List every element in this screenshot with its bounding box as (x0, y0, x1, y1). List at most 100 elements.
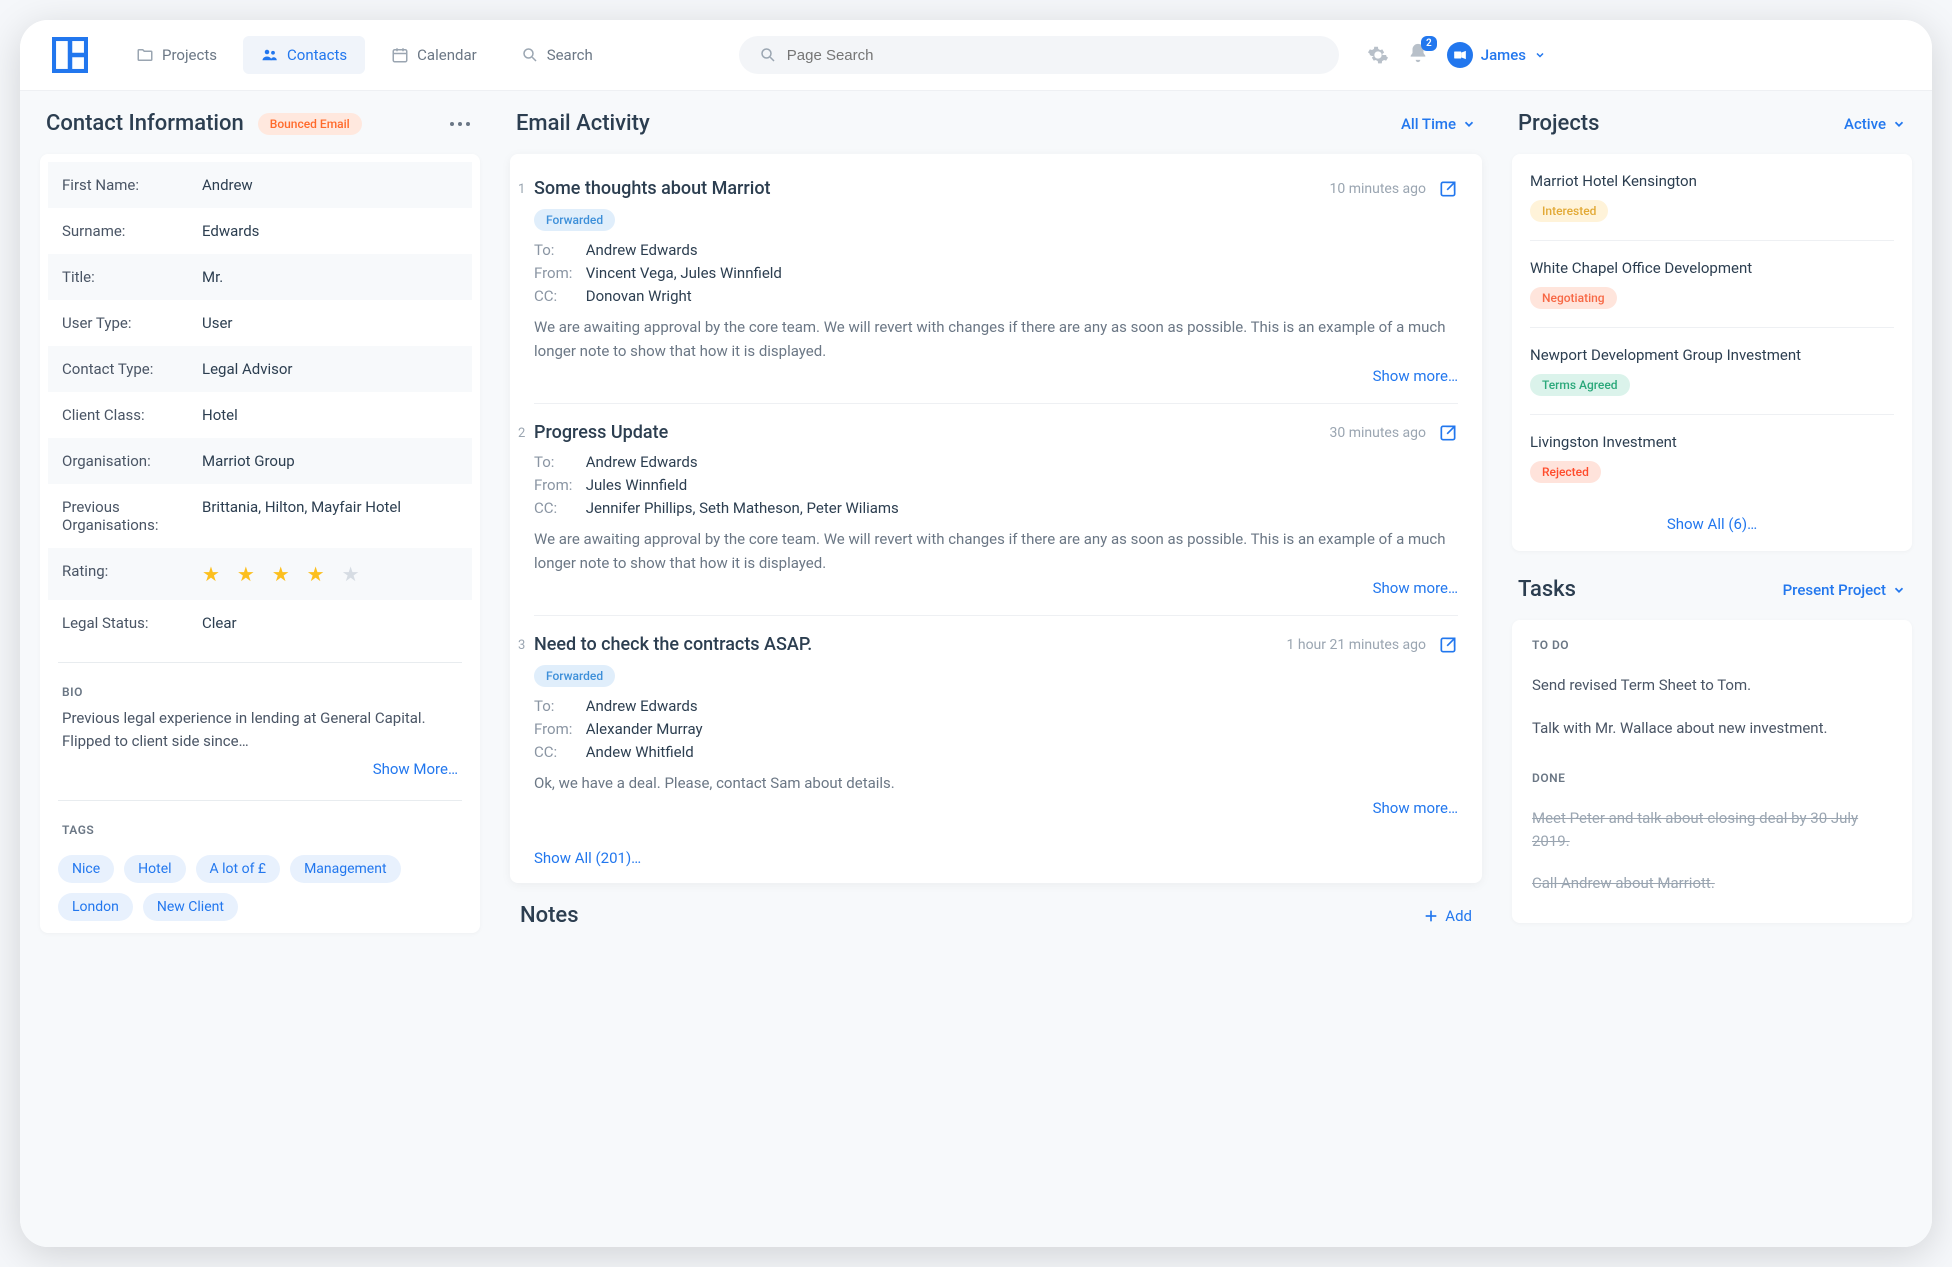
app-logo[interactable] (50, 35, 90, 75)
user-name: James (1481, 46, 1526, 64)
search-icon (521, 46, 539, 64)
tag-pill[interactable]: A lot of £ (196, 855, 281, 883)
email-time: 10 minutes ago (1329, 181, 1426, 197)
task-item[interactable]: Talk with Mr. Wallace about new investme… (1532, 707, 1892, 750)
project-name: Livingston Investment (1530, 433, 1894, 451)
forwarded-badge: Forwarded (534, 665, 615, 687)
email-to: Andrew Edwards (586, 241, 698, 259)
chevron-down-icon (1892, 117, 1906, 131)
email-item[interactable]: 2 Progress Update 30 minutes ago To: And… (534, 404, 1458, 616)
project-status-badge: Terms Agreed (1530, 374, 1630, 396)
field-client-class: Client Class:Hotel (48, 392, 472, 438)
tag-pill[interactable]: Nice (58, 855, 114, 883)
field-legal-status: Legal Status:Clear (48, 600, 472, 646)
folder-icon (136, 46, 154, 64)
open-external-icon[interactable] (1438, 423, 1458, 443)
email-number: 1 (518, 182, 525, 197)
project-name: Newport Development Group Investment (1530, 346, 1894, 364)
email-show-all-row: Show All (201)… (534, 835, 1458, 877)
task-item[interactable]: Send revised Term Sheet to Tom. (1532, 664, 1892, 707)
field-title: Title:Mr. (48, 254, 472, 300)
todo-label: TO DO (1532, 638, 1892, 652)
task-item-done[interactable]: Meet Peter and talk about closing deal b… (1532, 797, 1892, 862)
nav-projects[interactable]: Projects (118, 36, 235, 74)
email-body: We are awaiting approval by the core tea… (534, 315, 1458, 363)
email-time: 1 hour 21 minutes ago (1287, 637, 1426, 653)
email-item[interactable]: 1 Some thoughts about Marriot 10 minutes… (534, 160, 1458, 404)
logo-icon (52, 37, 88, 73)
projects-heading: Projects (1518, 111, 1599, 136)
email-cc: Jennifer Phillips, Seth Matheson, Peter … (586, 499, 899, 517)
email-title: Progress Update (534, 422, 668, 443)
more-menu-button[interactable] (446, 118, 474, 130)
email-show-more[interactable]: Show more… (1373, 579, 1458, 597)
nav-calendar[interactable]: Calendar (373, 36, 495, 74)
bio-section: BIO Previous legal experience in lending… (48, 679, 472, 784)
notifications-button[interactable]: 2 (1407, 42, 1429, 68)
user-menu[interactable]: James (1447, 42, 1546, 68)
project-status-badge: Interested (1530, 200, 1608, 222)
tasks-filter-dropdown[interactable]: Present Project (1783, 581, 1906, 599)
nav-contacts[interactable]: Contacts (243, 36, 365, 74)
open-external-icon[interactable] (1438, 635, 1458, 655)
email-time: 30 minutes ago (1329, 425, 1426, 441)
project-status-badge: Negotiating (1530, 287, 1617, 309)
chevron-down-icon (1892, 583, 1906, 597)
email-show-all[interactable]: Show All (201)… (534, 849, 641, 867)
email-show-more[interactable]: Show more… (1373, 799, 1458, 817)
app-window: Projects Contacts Calendar Search 2 (20, 20, 1932, 1247)
main-content: Contact Information Bounced Email First … (20, 91, 1932, 1247)
email-item[interactable]: 3 Need to check the contracts ASAP. 1 ho… (534, 616, 1458, 835)
avatar (1447, 42, 1473, 68)
email-from: Alexander Murray (586, 720, 703, 738)
email-heading: Email Activity (516, 111, 650, 136)
tag-pill[interactable]: London (58, 893, 133, 921)
add-note-button[interactable]: Add (1423, 907, 1472, 925)
email-card: 1 Some thoughts about Marriot 10 minutes… (510, 154, 1482, 883)
chevron-down-icon (1462, 117, 1476, 131)
todo-list: Send revised Term Sheet to Tom.Talk with… (1532, 664, 1892, 749)
nav-search[interactable]: Search (503, 36, 611, 74)
contact-info-card: First Name:Andrew Surname:Edwards Title:… (40, 154, 480, 933)
contact-info-table: First Name:Andrew Surname:Edwards Title:… (48, 162, 472, 646)
email-number: 2 (518, 426, 525, 441)
email-body: We are awaiting approval by the core tea… (534, 527, 1458, 575)
tags-section: TAGS (48, 817, 472, 851)
bio-show-more[interactable]: Show More… (373, 760, 458, 778)
tag-pill[interactable]: New Client (143, 893, 238, 921)
topbar: Projects Contacts Calendar Search 2 (20, 20, 1932, 91)
project-item[interactable]: Marriot Hotel Kensington Interested (1530, 154, 1894, 241)
project-name: Marriot Hotel Kensington (1530, 172, 1894, 190)
page-search-box[interactable] (739, 36, 1339, 74)
field-first-name: First Name:Andrew (48, 162, 472, 208)
project-item[interactable]: White Chapel Office Development Negotiat… (1530, 241, 1894, 328)
email-title: Some thoughts about Marriot (534, 178, 771, 199)
email-body: Ok, we have a deal. Please, contact Sam … (534, 771, 1458, 795)
project-item[interactable]: Newport Development Group Investment Ter… (1530, 328, 1894, 415)
nav-label: Search (547, 46, 593, 64)
tag-pill[interactable]: Management (290, 855, 400, 883)
tasks-head: Tasks Present Project (1512, 577, 1912, 602)
rating-stars: ★ ★ ★ ★ ★ (202, 562, 458, 586)
outlook-icon (1453, 48, 1467, 62)
email-from: Jules Winnfield (586, 476, 688, 494)
email-to: Andrew Edwards (586, 697, 698, 715)
projects-show-all[interactable]: Show All (6)… (1667, 515, 1757, 533)
project-status-badge: Rejected (1530, 461, 1601, 483)
gear-icon[interactable] (1367, 44, 1389, 66)
topbar-icons: 2 James (1367, 42, 1546, 68)
project-item[interactable]: Livingston Investment Rejected (1530, 415, 1894, 501)
search-icon (759, 46, 777, 64)
field-organisation: Organisation:Marriot Group (48, 438, 472, 484)
email-show-more[interactable]: Show more… (1373, 367, 1458, 385)
email-to: Andrew Edwards (586, 453, 698, 471)
tag-pill[interactable]: Hotel (124, 855, 185, 883)
done-list: Meet Peter and talk about closing deal b… (1532, 797, 1892, 905)
task-item-done[interactable]: Call Andrew about Marriott. (1532, 862, 1892, 905)
page-search-input[interactable] (787, 47, 1319, 64)
nav-label: Calendar (417, 46, 477, 64)
email-from: Vincent Vega, Jules Winnfield (586, 264, 782, 282)
open-external-icon[interactable] (1438, 179, 1458, 199)
projects-filter-dropdown[interactable]: Active (1844, 115, 1906, 133)
email-filter-dropdown[interactable]: All Time (1401, 115, 1476, 133)
